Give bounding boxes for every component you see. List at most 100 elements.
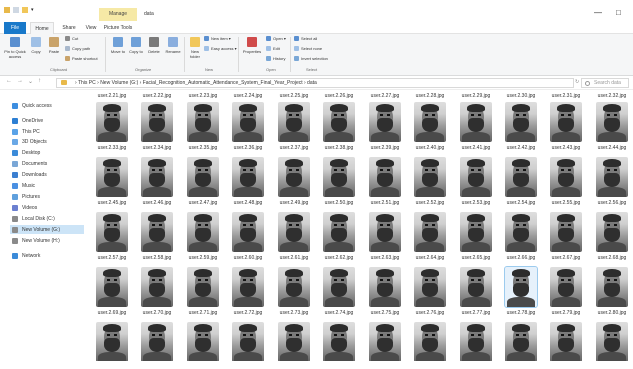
invert-selection-button[interactable]: Invert selection xyxy=(294,56,328,61)
file-name-label[interactable]: user.2.32.jpg xyxy=(592,93,632,99)
copy-to-icon xyxy=(131,37,141,47)
sidebar-item-documents[interactable]: Documents xyxy=(12,159,47,168)
sidebar-item-onedrive[interactable]: OneDrive xyxy=(12,116,43,125)
copy-path-button[interactable]: Copy path xyxy=(65,46,90,51)
file-name-label[interactable]: user.2.24.jpg xyxy=(228,93,268,99)
sidebar-item-3d-objects[interactable]: 3D Objects xyxy=(12,137,47,146)
copy-to-button[interactable]: Copy to xyxy=(128,37,144,54)
tab-view[interactable]: View xyxy=(82,22,100,34)
qat-dropdown-icon[interactable]: ▾ xyxy=(31,7,36,13)
file-name-label: user.2.69.jpg xyxy=(97,310,127,316)
image-thumbnail xyxy=(414,212,446,252)
history-button[interactable]: History xyxy=(266,56,285,61)
paste-shortcut-button[interactable]: Paste shortcut xyxy=(65,56,98,61)
file-name-label: user.2.80.jpg xyxy=(597,310,627,316)
file-name-label[interactable]: user.2.25.jpg xyxy=(274,93,314,99)
image-thumbnail xyxy=(278,267,310,307)
properties-qat-icon[interactable] xyxy=(13,7,19,13)
delete-button[interactable]: Delete xyxy=(146,37,162,54)
image-thumbnail xyxy=(232,212,264,252)
select-all-button[interactable]: Select all xyxy=(294,36,317,41)
maximize-button[interactable]: □ xyxy=(616,8,621,17)
move-to-button[interactable]: Move to xyxy=(110,37,126,54)
image-thumbnail xyxy=(187,157,219,197)
new-folder-button[interactable]: New folder xyxy=(188,37,202,59)
manage-context-tab[interactable]: Manage xyxy=(99,8,137,21)
image-thumbnail xyxy=(96,322,128,361)
computer-icon xyxy=(12,128,18,135)
sidebar-item-desktop[interactable]: Desktop xyxy=(12,148,40,157)
up-button[interactable]: ↑ xyxy=(38,78,41,84)
sidebar-item-quick-access[interactable]: Quick access xyxy=(12,101,52,110)
tab-home[interactable]: Home xyxy=(30,22,54,34)
file-name-label: user.2.51.jpg xyxy=(370,200,400,206)
minimize-button[interactable]: — xyxy=(594,8,602,17)
tab-share[interactable]: Share xyxy=(58,22,80,34)
refresh-button[interactable]: ↻ xyxy=(575,79,579,85)
cut-button[interactable]: Cut xyxy=(65,36,78,41)
edit-button[interactable]: Edit xyxy=(266,46,280,51)
easy-access-button[interactable]: Easy access ▾ xyxy=(204,46,237,51)
file-name-label[interactable]: user.2.21.jpg xyxy=(92,93,132,99)
rename-button[interactable]: Rename xyxy=(164,37,182,54)
file-name-label[interactable]: user.2.22.jpg xyxy=(137,93,177,99)
folder-path-icon xyxy=(61,80,67,85)
network-icon xyxy=(12,252,18,259)
sidebar-item-local-disk-c[interactable]: Local Disk (C:) xyxy=(12,214,55,223)
new-folder-qat-icon[interactable] xyxy=(22,7,28,13)
select-group-label: Select xyxy=(306,67,318,72)
select-none-button[interactable]: Select none xyxy=(294,46,322,51)
file-name-label[interactable]: user.2.23.jpg xyxy=(183,93,223,99)
search-input[interactable]: Search data xyxy=(581,78,629,88)
sidebar-item-label: 3D Objects xyxy=(22,138,47,145)
properties-button[interactable]: Properties xyxy=(242,37,262,54)
image-thumbnail xyxy=(96,102,128,142)
file-name-label[interactable]: user.2.31.jpg xyxy=(546,93,586,99)
file-name-label: user.2.58.jpg xyxy=(142,255,172,261)
image-thumbnail xyxy=(141,212,173,252)
sidebar-item-pictures[interactable]: Pictures xyxy=(12,192,40,201)
file-name-label: user.2.73.jpg xyxy=(279,310,309,316)
file-name-label[interactable]: user.2.30.jpg xyxy=(501,93,541,99)
file-name-label[interactable]: user.2.27.jpg xyxy=(365,93,405,99)
recent-locations-button[interactable]: ⌄ xyxy=(28,78,33,85)
sidebar-item-music[interactable]: Music xyxy=(12,181,35,190)
image-thumbnail xyxy=(96,212,128,252)
file-name-label: user.2.50.jpg xyxy=(324,200,354,206)
open-button[interactable]: Open ▾ xyxy=(266,36,286,41)
image-thumbnail xyxy=(323,267,355,307)
music-icon xyxy=(12,182,18,189)
tab-picture-tools[interactable]: Picture Tools xyxy=(101,22,135,34)
tab-file[interactable]: File xyxy=(4,22,26,34)
paste-button[interactable]: Paste xyxy=(46,37,62,54)
file-name-label: user.2.44.jpg xyxy=(597,145,627,151)
ribbon-separator xyxy=(184,37,185,72)
file-name-label[interactable]: user.2.28.jpg xyxy=(410,93,450,99)
image-thumbnail xyxy=(550,267,582,307)
file-name-label[interactable]: user.2.29.jpg xyxy=(456,93,496,99)
pin-quick-access-button[interactable]: Pin to Quick access xyxy=(4,37,26,59)
sidebar-item-this-pc[interactable]: This PC xyxy=(12,127,40,136)
cube-icon xyxy=(12,138,18,145)
address-bar[interactable]: › This PC › New Volume (G:) › Facial_Rec… xyxy=(56,78,574,88)
sidebar-item-new-volume-h[interactable]: New Volume (H:) xyxy=(12,236,60,245)
sidebar-item-label: New Volume (H:) xyxy=(22,237,60,244)
history-label: History xyxy=(273,56,286,61)
image-thumbnail xyxy=(323,102,355,142)
title-bar: ▾ Manage data — □ xyxy=(0,0,633,22)
forward-button[interactable]: → xyxy=(17,78,23,84)
sidebar-item-new-volume-g[interactable]: New Volume (G:) xyxy=(10,225,84,234)
sidebar-item-videos[interactable]: Videos xyxy=(12,203,37,212)
paste-shortcut-label: Paste shortcut xyxy=(72,56,98,61)
delete-label: Delete xyxy=(148,49,160,54)
status-bar xyxy=(0,361,633,369)
file-name-label[interactable]: user.2.26.jpg xyxy=(319,93,359,99)
image-thumbnail xyxy=(232,157,264,197)
image-thumbnail xyxy=(141,102,173,142)
image-thumbnail xyxy=(369,102,401,142)
new-item-button[interactable]: New item ▾ xyxy=(204,36,231,41)
sidebar-item-downloads[interactable]: Downloads xyxy=(12,170,47,179)
copy-button[interactable]: Copy xyxy=(28,37,44,54)
sidebar-item-network[interactable]: Network xyxy=(12,251,40,260)
back-button[interactable]: ← xyxy=(6,78,12,84)
